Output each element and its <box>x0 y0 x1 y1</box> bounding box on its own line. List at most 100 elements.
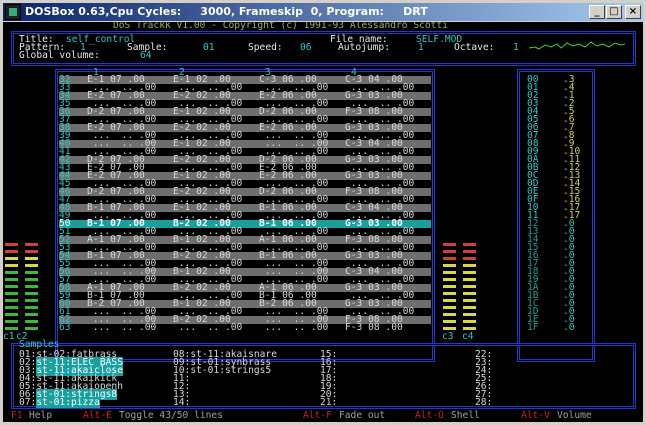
vu-bar-segment <box>463 299 476 302</box>
vu-bar-segment <box>5 313 18 316</box>
oscilloscope-waveform <box>529 41 625 50</box>
vu-bar-segment <box>5 306 18 309</box>
scrolling-banner: DoS Trackk V1.00 - Copyright (c) 1991-93… <box>113 22 449 31</box>
status-key[interactable]: Alt-O <box>415 411 444 421</box>
vu-bar-segment <box>5 257 18 260</box>
vu-bar-segment <box>463 306 476 309</box>
autojump-label: Autojump: <box>338 42 390 53</box>
pattern-grid[interactable]: 32 E-1 07 .00 E-1 02 .00 C-3 06 .00 C-3 04 .… <box>59 75 431 334</box>
vu-bar-segment <box>443 313 456 316</box>
vu-bar-segment <box>443 250 456 253</box>
note-cell[interactable]: ... .. .00 <box>259 323 329 333</box>
vu-bar-segment <box>25 299 38 302</box>
vu-bar-segment <box>5 285 18 288</box>
vu-bar-segment <box>25 292 38 295</box>
vu-bar-segment <box>463 271 476 274</box>
maximize-button[interactable]: □ <box>606 5 622 19</box>
vu-bar-segment <box>443 285 456 288</box>
close-button[interactable]: × <box>625 5 641 19</box>
vu-bar-segment <box>443 264 456 267</box>
octave-value: 1 <box>513 42 519 53</box>
vu-bar-segment <box>25 285 38 288</box>
vu-bar-segment <box>463 278 476 281</box>
vu-bar-segment <box>443 257 456 260</box>
minimize-button[interactable]: _ <box>589 5 605 19</box>
sample-slot[interactable]: 14: <box>173 397 191 408</box>
vu-bar-segment <box>25 320 38 323</box>
vu-bar-segment <box>463 327 476 330</box>
vu-bar-segment <box>5 327 18 330</box>
octave-label: Octave: <box>454 42 495 53</box>
vu-bar-segment <box>25 257 38 260</box>
pattern-row[interactable]: 63 ... .. .00 ... .. .00 ... .. .00 F-3 0… <box>59 322 431 333</box>
title-value: self_control <box>66 34 136 45</box>
vu-bar-segment <box>443 278 456 281</box>
status-key[interactable]: Alt-V <box>521 411 550 421</box>
sample-number: 28: <box>475 397 493 408</box>
sample-slot[interactable]: 07:st-01:pizza <box>19 397 100 408</box>
status-desc: Toggle 43/50 lines <box>119 410 223 421</box>
vu-bar-segment <box>463 285 476 288</box>
vu-bar-segment <box>443 306 456 309</box>
dos-screen[interactable]: DoS Trackk V1.00 - Copyright (c) 1991-93… <box>3 22 643 422</box>
vu-bar-segment <box>5 299 18 302</box>
channel-label-c4: c4 <box>462 331 474 342</box>
row-number: 63 <box>59 322 71 333</box>
vu-bar-segment <box>443 320 456 323</box>
samples-label: Samples <box>19 339 60 350</box>
sample-name: st-01:strings5 <box>190 365 272 376</box>
vu-bar-segment <box>25 243 38 246</box>
status-desc: Shell <box>451 410 480 421</box>
status-key[interactable]: F1 <box>11 411 23 421</box>
vu-bar-segment <box>463 320 476 323</box>
title-bar[interactable]: DOSBox 0.63,Cpu Cycles: 3000, Frameskip … <box>3 3 643 21</box>
note-cell[interactable]: ... .. .00 <box>87 323 157 333</box>
vu-bar-segment <box>5 264 18 267</box>
status-key[interactable]: Alt-E <box>83 411 112 421</box>
global-volume-value: 64 <box>140 50 152 61</box>
dosbox-app-icon[interactable] <box>5 4 21 20</box>
channel-label-c3: c3 <box>442 331 454 342</box>
note-cell[interactable]: F-3 08 .00 <box>345 323 403 333</box>
order-pattern: .0 <box>563 322 575 333</box>
sample-value: 01 <box>203 42 215 53</box>
order-list[interactable]: 00.3 01.4 02.1 03.2 04.5 05.6 06.7 07.8 08.9 09.1… <box>523 75 589 334</box>
status-desc: Help <box>29 410 53 421</box>
note-cell[interactable]: ... .. .00 <box>173 323 243 333</box>
vu-bar-segment <box>25 313 38 316</box>
order-row[interactable]: 1F .0 <box>523 322 589 333</box>
sample-slot[interactable]: 21: <box>320 397 338 408</box>
vu-bar-segment <box>25 306 38 309</box>
vu-bar-segment <box>463 292 476 295</box>
sample-name: st-01:pizza <box>36 397 100 408</box>
vu-bar-segment <box>5 271 18 274</box>
order-position: 1F <box>527 322 539 333</box>
vu-bar-segment <box>463 243 476 246</box>
sample-slot[interactable]: 28: <box>475 397 493 408</box>
global-volume-label: Global volume: <box>19 50 100 61</box>
speed-value: 06 <box>300 42 312 53</box>
sample-number: 21: <box>320 397 338 408</box>
vu-bar-segment <box>463 257 476 260</box>
vu-bar-segment <box>443 299 456 302</box>
dosbox-window: DOSBox 0.63,Cpu Cycles: 3000, Frameskip … <box>0 0 646 425</box>
status-key[interactable]: Alt-F <box>303 411 332 421</box>
vu-bar-segment <box>443 271 456 274</box>
vu-bar-segment <box>443 327 456 330</box>
speed-label: Speed: <box>248 42 283 53</box>
vu-bar-segment <box>5 292 18 295</box>
vu-bar-segment <box>5 243 18 246</box>
vu-bar-segment <box>443 243 456 246</box>
status-desc: Volume <box>557 410 592 421</box>
window-title: DOSBox 0.63,Cpu Cycles: 3000, Frameskip … <box>25 5 428 18</box>
vu-bar-segment <box>463 313 476 316</box>
channel-label-c1: c1 <box>3 331 15 342</box>
vu-bar-segment <box>25 250 38 253</box>
vu-bar-segment <box>5 320 18 323</box>
vu-bar-segment <box>463 264 476 267</box>
status-desc: Fade out <box>339 410 386 421</box>
sample-number: 14: <box>173 397 191 408</box>
vu-bar-segment <box>463 250 476 253</box>
status-bar: F1 Help Alt-E Toggle 43/50 lines Alt-F Fade o… <box>3 410 643 422</box>
vu-bar-segment <box>5 278 18 281</box>
